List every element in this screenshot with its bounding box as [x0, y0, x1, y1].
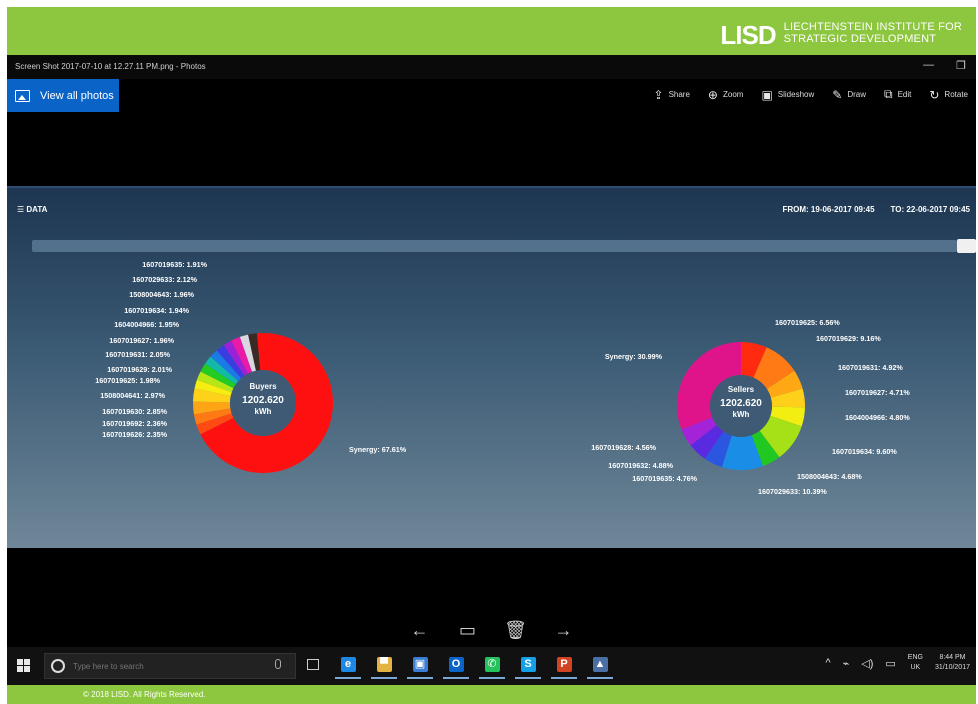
center-unit: kWh	[733, 410, 750, 419]
cortana-icon	[51, 659, 65, 673]
delete-icon[interactable]: 🗑	[504, 620, 528, 641]
lisd-brand: LISD LIECHTENSTEIN INSTITUTE FOR STRATEG…	[720, 21, 962, 49]
slice-label-1607019627: 1607019627: 4.71%	[845, 388, 910, 397]
slice-label-1607029633: 1607029633: 2.12%	[132, 275, 197, 284]
task-view-icon[interactable]	[307, 659, 319, 670]
slice-label-Synergy: Synergy: 30.99%	[605, 352, 663, 361]
window-title: Screen Shot 2017-07-10 at 12.27.11 PM.pn…	[15, 62, 206, 71]
slice-label-1607029633: 1607029633: 10.39%	[758, 487, 827, 496]
donut-charts: Synergy: 67.61% 1607019626: 2.35% 16070196…	[95, 260, 910, 496]
slide-footer: © 2018 LISD. All Rights Reserved.	[7, 685, 976, 704]
windows-taskbar: e ▀ ▣ O ✆ SP ▲ ^ ⌁ ◁) ▭ ENG UK 8:44 PM 31/10/2…	[7, 647, 976, 685]
slice-label-1607019630: 1607019630: 2.85%	[102, 407, 167, 416]
edge-icon[interactable]: e	[335, 651, 361, 679]
center-title: Buyers	[249, 382, 277, 391]
minimize-button[interactable]: —	[923, 59, 934, 72]
photos-icon[interactable]: ▲	[587, 651, 613, 679]
buyers-donut-chart: Synergy: 67.61% 1607019626: 2.35% 16070196…	[95, 260, 407, 473]
brand-line-1: LIECHTENSTEIN INSTITUTE FOR	[783, 21, 962, 33]
slideshow-toggle-icon[interactable]: ▭	[456, 620, 480, 641]
slice-label-1607019628: 1607019628: 4.56%	[591, 443, 656, 452]
slice-label-1604004966: 1604004966: 1.95%	[114, 320, 179, 329]
center-unit: kWh	[255, 407, 272, 416]
whatsapp-icon[interactable]: ✆	[479, 651, 505, 679]
rotate-button[interactable]: ↻ Rotate	[929, 88, 968, 102]
clock-date: 31/10/2017	[934, 664, 970, 671]
previous-arrow-icon[interactable]: ←	[408, 620, 432, 641]
store-icon[interactable]: ▣	[407, 651, 433, 679]
slice-label-1607019692: 1607019692: 2.36%	[102, 419, 167, 428]
taskbar-search[interactable]	[44, 653, 296, 679]
copyright-text: © 2018 LISD. All Rights Reserved.	[83, 690, 206, 699]
system-tray: ^ ⌁ ◁) ▭ ENG UK 8:44 PM 31/10/2017	[825, 653, 970, 673]
network-icon[interactable]: ⌁	[843, 657, 850, 670]
slice-label-1607019631: 1607019631: 4.92%	[838, 363, 903, 372]
powerpoint-icon[interactable]: P	[551, 651, 577, 679]
taskbar-clock[interactable]: 8:44 PM 31/10/2017	[935, 653, 970, 673]
volume-icon[interactable]: ◁)	[861, 657, 873, 670]
view-all-label: View all photos	[40, 89, 114, 102]
slice-label-1508004641: 1508004641: 2.97%	[100, 391, 165, 400]
slice-label-1607019627: 1607019627: 1.96%	[109, 336, 174, 345]
screenshot-area: Screen Shot 2017-07-10 at 12.27.11 PM.pn…	[7, 55, 976, 685]
slice-label-Synergy: Synergy: 67.61%	[349, 445, 407, 454]
slice-label-1508004643: 1508004643: 4.68%	[797, 472, 862, 481]
slide-header: LISD LIECHTENSTEIN INSTITUTE FOR STRATEG…	[7, 7, 976, 55]
slice-label-1607019635: 1607019635: 4.76%	[632, 474, 697, 483]
slice-label-1607019631: 1607019631: 2.05%	[105, 350, 170, 359]
center-value: 1202.620	[720, 398, 762, 409]
window-titlebar: Screen Shot 2017-07-10 at 12.27.11 PM.pn…	[7, 55, 976, 79]
microphone-icon[interactable]	[275, 659, 281, 669]
rotate-icon: ↻	[929, 87, 940, 102]
chevron-up-icon[interactable]: ^	[825, 657, 830, 669]
sellers-donut-chart: 1607019625: 6.56% 1607019629: 9.16% 160701…	[591, 318, 910, 496]
slice-label-1607019634: 1607019634: 9.60%	[832, 447, 897, 456]
lisd-logo: LISD	[720, 20, 776, 50]
keyboard-icon[interactable]: ▭	[885, 657, 895, 670]
windows-start-icon[interactable]	[17, 659, 30, 672]
slice-label-1607019635: 1607019635: 1.91%	[142, 260, 207, 269]
brand-line-2: STRATEGIC DEVELOPMENT	[783, 33, 937, 45]
slice-label-1607019625: 1607019625: 6.56%	[775, 318, 840, 327]
slice-label-1607019629: 1607019629: 9.16%	[816, 334, 881, 343]
slice-label-1604004966: 1604004966: 4.80%	[845, 413, 910, 422]
photo-icon	[15, 89, 30, 102]
draw-button[interactable]: ✎ Draw	[832, 88, 866, 102]
zoom-icon: ⊕	[707, 87, 718, 102]
slice-label-1607019632: 1607019632: 4.88%	[608, 461, 673, 470]
pinned-apps: e ▀ ▣ O ✆ S P ▲	[335, 651, 613, 679]
slice-label-1607019625: 1607019625: 1.98%	[95, 376, 160, 385]
zoom-button[interactable]: ⊕ Zoom	[708, 88, 744, 102]
search-input[interactable]	[73, 661, 263, 671]
edit-icon: ⧉	[883, 87, 893, 101]
slideshow-button[interactable]: ▣ Slideshow	[761, 88, 814, 102]
share-icon: ⇪	[653, 87, 664, 102]
draw-icon: ✎	[832, 87, 843, 102]
file-explorer-icon[interactable]: ▀	[371, 651, 397, 679]
restore-button[interactable]: ❐	[956, 59, 966, 72]
view-all-photos-button[interactable]: View all photos	[7, 79, 119, 112]
slice-label-1607019629: 1607019629: 2.01%	[107, 365, 172, 374]
slideshow-icon: ▣	[761, 87, 773, 102]
energy-dashboard: ☰ DATA FROM: 19-06-2017 09:45 TO: 22-06-…	[7, 186, 976, 548]
slice-label-1607019626: 1607019626: 2.35%	[102, 430, 167, 439]
slice-label-1508004643: 1508004643: 1.96%	[129, 290, 194, 299]
center-title: Sellers	[728, 385, 755, 394]
clock-time: 8:44 PM	[939, 654, 966, 661]
edit-button[interactable]: ⧉ Edit	[884, 87, 911, 102]
next-arrow-icon[interactable]: →	[552, 620, 576, 641]
slice-label-1607019634: 1607019634: 1.94%	[124, 306, 189, 315]
viewer-navigation: ← ▭ 🗑 →	[7, 620, 976, 641]
share-button[interactable]: ⇪ Share	[654, 88, 690, 102]
photos-toolbar: ⇪ Share ⊕ Zoom ▣ Slideshow ✎ Draw ⧉ Edit…	[654, 87, 969, 102]
outlook-icon[interactable]: O	[443, 651, 469, 679]
center-value: 1202.620	[242, 395, 284, 406]
skype-icon[interactable]: S	[515, 651, 541, 679]
language-indicator[interactable]: ENG UK	[908, 653, 923, 673]
